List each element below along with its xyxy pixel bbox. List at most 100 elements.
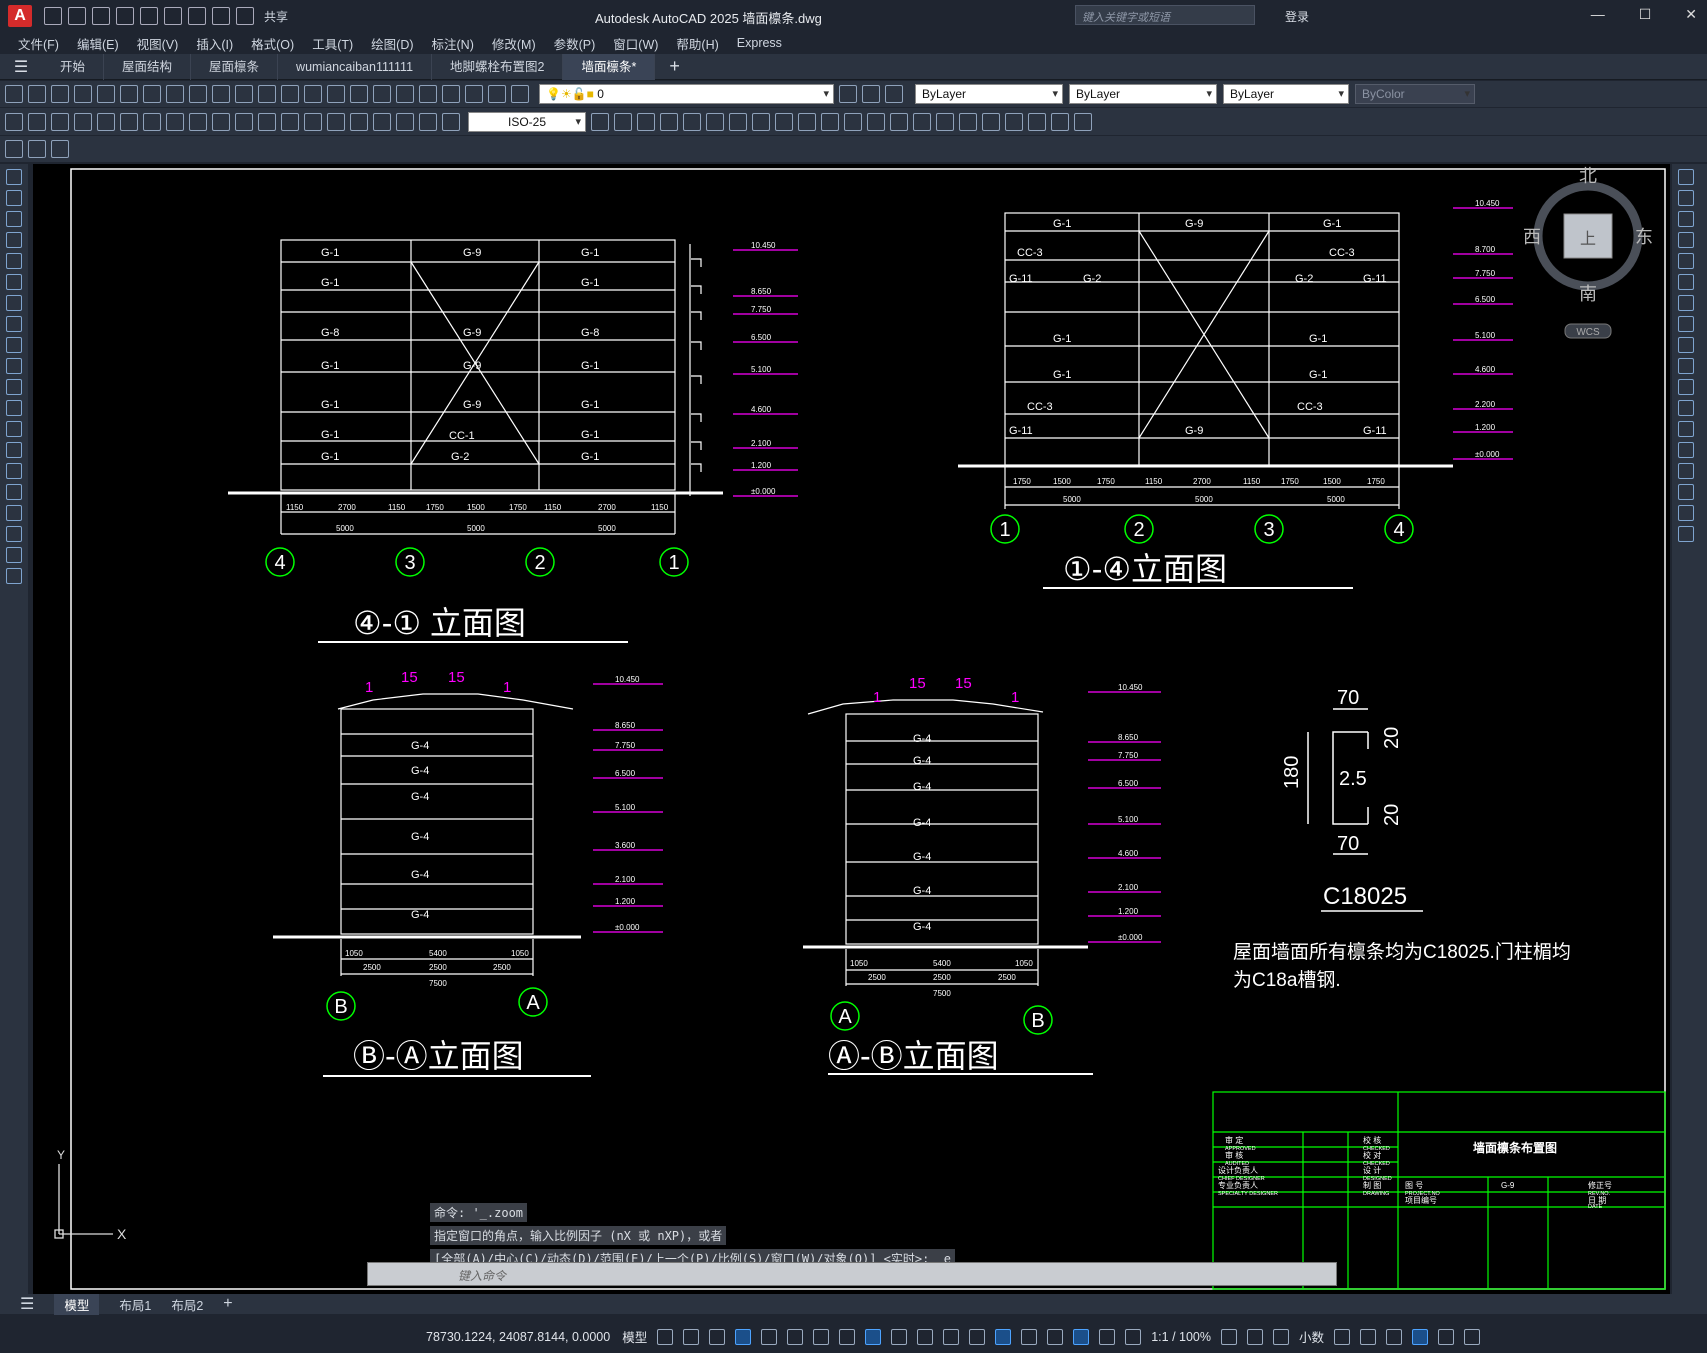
add-layout-icon[interactable]: +	[223, 1295, 232, 1313]
object-snap-tracking-icon[interactable]	[839, 1328, 856, 1345]
tab-wall-purlin[interactable]: 墙面檩条*	[563, 53, 656, 80]
dim-break-icon[interactable]	[281, 112, 299, 131]
extend-icon[interactable]	[1678, 379, 1694, 395]
arc-icon[interactable]	[6, 274, 22, 290]
center-mark-icon[interactable]	[327, 112, 345, 131]
menu-draw[interactable]: 绘图(D)	[371, 34, 413, 53]
extrude-faces-icon[interactable]	[913, 112, 931, 131]
autocad-logo[interactable]: A	[8, 5, 32, 27]
block-close-icon[interactable]	[51, 140, 69, 158]
open-icon[interactable]	[28, 85, 46, 103]
extrude-icon[interactable]	[683, 112, 701, 131]
qnew-icon[interactable]	[5, 85, 23, 103]
gizmo-icon[interactable]	[1047, 1328, 1064, 1345]
annotation-scale-icon[interactable]	[1125, 1328, 1142, 1345]
preview-icon[interactable]	[97, 85, 115, 103]
infer-constraints-icon[interactable]	[709, 1328, 726, 1345]
offset-faces-icon[interactable]	[959, 112, 977, 131]
check-icon[interactable]	[890, 112, 908, 131]
layer-previous-icon[interactable]	[862, 85, 880, 103]
plot-icon[interactable]	[188, 7, 206, 25]
new-icon[interactable]	[44, 7, 62, 25]
trim-icon[interactable]	[1678, 358, 1694, 374]
dim-text-edit-icon[interactable]	[419, 112, 437, 131]
chamfer-icon[interactable]	[1678, 463, 1694, 479]
new-tab-icon[interactable]: +	[669, 56, 680, 77]
fillet-icon[interactable]	[1678, 484, 1694, 500]
cut-icon[interactable]	[143, 85, 161, 103]
layer-state-icon[interactable]	[885, 85, 903, 103]
units-dropdown[interactable]: 小数	[1299, 1327, 1324, 1346]
menu-window[interactable]: 窗口(W)	[613, 34, 658, 53]
diameter-dim-icon[interactable]	[143, 112, 161, 131]
color-faces-icon[interactable]	[1074, 112, 1092, 131]
dim-style-icon[interactable]	[591, 112, 609, 131]
ellipse-icon[interactable]	[6, 358, 22, 374]
insert-block-icon[interactable]	[6, 400, 22, 416]
hamburger-menu-icon[interactable]: ☰	[0, 57, 42, 77]
save-icon[interactable]	[51, 85, 69, 103]
login-button[interactable]: 登录	[1285, 8, 1309, 25]
undo-icon[interactable]	[212, 7, 230, 25]
aligned-dim-icon[interactable]	[28, 112, 46, 131]
clean-screen-icon[interactable]	[1438, 1328, 1455, 1345]
markup-icon[interactable]	[442, 85, 460, 103]
line-icon[interactable]	[6, 169, 22, 185]
linear-dim-icon[interactable]	[5, 112, 23, 131]
redo-icon[interactable]	[236, 7, 254, 25]
viewcube-south[interactable]: 南	[1579, 284, 1597, 304]
tab-model[interactable]: 模型	[54, 1293, 100, 1315]
join-icon[interactable]	[1678, 442, 1694, 458]
maximize-icon[interactable]: ☐	[1639, 6, 1652, 23]
lineweight-icon[interactable]	[891, 1328, 908, 1345]
annotation-visibility-icon[interactable]	[1073, 1328, 1090, 1345]
ortho-icon[interactable]	[761, 1328, 778, 1345]
tab-roof-purlin[interactable]: 屋面檩条	[191, 53, 279, 80]
copy-faces-icon[interactable]	[1051, 112, 1069, 131]
tolerance-icon[interactable]	[304, 112, 322, 131]
separate-icon[interactable]	[844, 112, 862, 131]
customization-icon[interactable]	[1464, 1328, 1481, 1345]
baseline-dim-icon[interactable]	[212, 112, 230, 131]
block-save-icon[interactable]	[28, 140, 46, 158]
minimize-icon[interactable]: —	[1591, 6, 1605, 23]
graphics-performance-icon[interactable]	[1412, 1328, 1429, 1345]
thicken-icon[interactable]	[798, 112, 816, 131]
open-web-icon[interactable]	[140, 7, 158, 25]
make-block-icon[interactable]	[6, 421, 22, 437]
radius-dim-icon[interactable]	[97, 112, 115, 131]
menu-insert[interactable]: 插入(I)	[196, 34, 233, 53]
array-icon[interactable]	[1678, 253, 1694, 269]
drawing-canvas[interactable]: 10.450 8.650 7.750 6.500 5.100 4.600 2.1…	[33, 164, 1670, 1294]
dim-space-icon[interactable]	[258, 112, 276, 131]
angular-dim-icon[interactable]	[166, 112, 184, 131]
command-input[interactable]: 键入命令	[367, 1262, 1337, 1286]
isodraft-icon[interactable]	[813, 1328, 830, 1345]
jogged-linear-icon[interactable]	[373, 112, 391, 131]
blend-curves-icon[interactable]	[1678, 505, 1694, 521]
taper-faces-icon[interactable]	[1028, 112, 1046, 131]
sheet-set-icon[interactable]	[419, 85, 437, 103]
menu-parametric[interactable]: 参数(P)	[554, 34, 596, 53]
arc-length-icon[interactable]	[51, 112, 69, 131]
construction-line-icon[interactable]	[6, 190, 22, 206]
design-center-icon[interactable]	[373, 85, 391, 103]
save-icon[interactable]	[92, 7, 110, 25]
ordinate-dim-icon[interactable]	[74, 112, 92, 131]
dynamic-input-icon[interactable]	[735, 1328, 752, 1345]
redo-icon[interactable]	[235, 85, 253, 103]
spline-icon[interactable]	[6, 337, 22, 353]
transparency-icon[interactable]	[917, 1328, 934, 1345]
menu-view[interactable]: 视图(V)	[137, 34, 179, 53]
layer-dropdown[interactable]: 💡☀🔓■ 0	[539, 84, 834, 104]
chamfer-edge-icon[interactable]	[752, 112, 770, 131]
subtract-icon[interactable]	[637, 112, 655, 131]
polyline-icon[interactable]	[6, 211, 22, 227]
scale-icon[interactable]	[1678, 316, 1694, 332]
tool-palettes-icon[interactable]	[396, 85, 414, 103]
hatch-icon[interactable]	[6, 463, 22, 479]
auto-scale-icon[interactable]	[1099, 1328, 1116, 1345]
fillet-edge-icon[interactable]	[729, 112, 747, 131]
offset-icon[interactable]	[1678, 232, 1694, 248]
continue-dim-icon[interactable]	[235, 112, 253, 131]
